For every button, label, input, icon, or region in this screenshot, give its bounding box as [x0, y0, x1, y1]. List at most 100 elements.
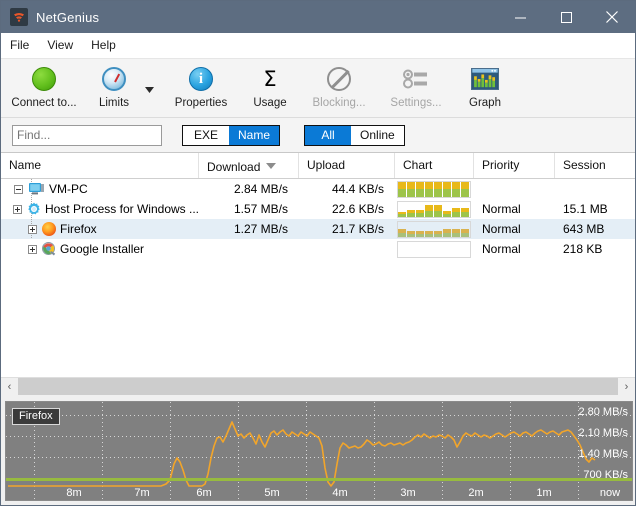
toolbar: Connect to... Limits i Properties Σ Usag… — [1, 58, 635, 118]
process-table: Name Download Upload Chart Priority Sess… — [1, 153, 635, 395]
column-header-session[interactable]: Session — [555, 153, 635, 178]
sliders-icon — [403, 64, 429, 94]
graph-x-label-3: 5m — [264, 487, 280, 499]
column-header-upload[interactable]: Upload — [299, 153, 395, 178]
row-expander[interactable] — [14, 184, 23, 194]
mini-bar-chart — [397, 220, 471, 238]
green-circle-icon — [32, 64, 56, 94]
toolbar-connect-to-label: Connect to... — [11, 97, 77, 109]
match-mode-toggle: EXE Name — [182, 124, 281, 146]
row-name: Host Process for Windows ... — [44, 202, 199, 216]
graph-x-label-7: 1m — [536, 487, 552, 499]
menu-item-view[interactable]: View — [47, 38, 73, 52]
toolbar-properties-button[interactable]: i Properties — [163, 59, 239, 117]
graph-x-label-4: 4m — [332, 487, 348, 499]
scope-online[interactable]: Online — [351, 125, 404, 145]
scroll-left-icon[interactable]: ‹ — [1, 378, 18, 395]
sigma-icon: Σ — [263, 67, 277, 91]
row-upload — [299, 239, 395, 259]
minimize-button[interactable] — [497, 1, 543, 33]
wifi-icon — [10, 8, 28, 26]
table-row[interactable]: Host Process for Windows ... 1.57 MB/s 2… — [1, 199, 635, 219]
row-upload: 22.6 KB/s — [331, 202, 384, 216]
no-entry-icon — [327, 64, 351, 94]
table-row[interactable]: VM-PC 2.84 MB/s 44.4 KB/s — [1, 179, 635, 199]
graph-x-label-6: 2m — [468, 487, 484, 499]
menu-item-help[interactable]: Help — [91, 38, 116, 52]
graph-x-label-2: 6m — [196, 487, 212, 499]
graph-x-label-1: 7m — [134, 487, 150, 499]
column-header-name[interactable]: Name — [1, 153, 199, 178]
row-name: Firefox — [60, 222, 97, 236]
search-input[interactable] — [12, 124, 162, 146]
row-download: 1.57 MB/s — [233, 202, 288, 216]
graph-baseline — [6, 478, 632, 481]
toolbar-settings-button[interactable]: Settings... — [377, 59, 455, 117]
row-priority: Normal — [482, 222, 521, 236]
match-mode-name[interactable]: Name — [229, 125, 280, 145]
mini-bar-chart — [397, 180, 471, 198]
table-header-row: Name Download Upload Chart Priority Sess… — [1, 153, 635, 179]
close-button[interactable] — [589, 1, 635, 33]
row-session: 15.1 MB — [563, 202, 608, 216]
scrollbar-thumb[interactable] — [18, 378, 618, 395]
row-download: 2.84 MB/s — [233, 182, 288, 196]
graph-y-label-2: 1.40 MB/s — [578, 448, 628, 460]
table-row[interactable]: Google Installer Normal 218 KB — [1, 239, 635, 259]
gauge-icon — [102, 64, 126, 94]
row-download: 1.27 MB/s — [233, 222, 288, 236]
row-session: 218 KB — [563, 242, 603, 256]
row-expander[interactable] — [28, 224, 37, 234]
scope-toggle: All Online — [304, 124, 405, 146]
graph-x-label-0: 8m — [66, 487, 82, 499]
row-download — [199, 239, 299, 259]
sort-descending-icon — [266, 153, 277, 178]
toolbar-graph-label: Graph — [469, 97, 501, 109]
column-header-chart[interactable]: Chart — [395, 153, 474, 178]
scrollbar-track[interactable] — [18, 378, 618, 395]
gear-icon — [27, 202, 41, 216]
table-row[interactable]: Firefox 1.27 MB/s 21.7 KB/s Normal 643 M… — [1, 219, 635, 239]
row-expander[interactable] — [12, 204, 22, 214]
row-session: 643 MB — [563, 222, 605, 236]
row-name: VM-PC — [49, 182, 88, 196]
window-title: NetGenius — [36, 9, 100, 25]
row-upload: 21.7 KB/s — [331, 222, 384, 236]
row-chart — [395, 179, 474, 199]
menu-item-file[interactable]: File — [10, 38, 29, 52]
horizontal-scrollbar[interactable]: ‹ › — [1, 377, 635, 395]
match-mode-exe[interactable]: EXE — [183, 125, 229, 145]
row-expander[interactable] — [28, 244, 37, 254]
toolbar-graph-button[interactable]: Graph — [455, 59, 515, 117]
scope-all[interactable]: All — [305, 125, 352, 145]
monitor-icon — [29, 183, 44, 195]
row-priority: Normal — [482, 202, 521, 216]
app-window: NetGenius File View Help Connect to... L… — [0, 0, 636, 506]
graph-y-label-3: 700 KB/s — [583, 469, 628, 481]
toolbar-properties-label: Properties — [174, 97, 228, 109]
graph-panel: Firefox 2.80 MB/s 2.10 MB/s 1.40 MB/s 70… — [1, 401, 635, 505]
toolbar-connect-to-button[interactable]: Connect to... — [1, 59, 87, 117]
bandwidth-graph[interactable]: Firefox 2.80 MB/s 2.10 MB/s 1.40 MB/s 70… — [5, 401, 633, 501]
graph-x-label-8: now — [599, 487, 621, 499]
row-priority: Normal — [482, 242, 521, 256]
mini-bar-chart — [397, 200, 471, 218]
column-header-download-label: Download — [207, 160, 261, 174]
chevron-down-icon[interactable] — [141, 59, 157, 117]
toolbar-limits-button[interactable]: Limits — [87, 59, 141, 117]
row-priority — [474, 179, 555, 199]
row-upload: 44.4 KB/s — [331, 182, 384, 196]
column-header-download[interactable]: Download — [199, 153, 299, 178]
toolbar-settings-label: Settings... — [390, 97, 442, 109]
maximize-button[interactable] — [543, 1, 589, 33]
toolbar-limits-label: Limits — [98, 97, 130, 109]
row-chart — [395, 239, 474, 259]
column-header-priority[interactable]: Priority — [474, 153, 555, 178]
scroll-right-icon[interactable]: › — [618, 378, 635, 395]
graph-icon — [471, 64, 499, 94]
toolbar-blocking-button[interactable]: Blocking... — [301, 59, 377, 117]
row-session — [555, 179, 635, 199]
toolbar-usage-button[interactable]: Σ Usage — [239, 59, 301, 117]
row-chart — [395, 199, 474, 219]
graph-x-label-5: 3m — [400, 487, 416, 499]
